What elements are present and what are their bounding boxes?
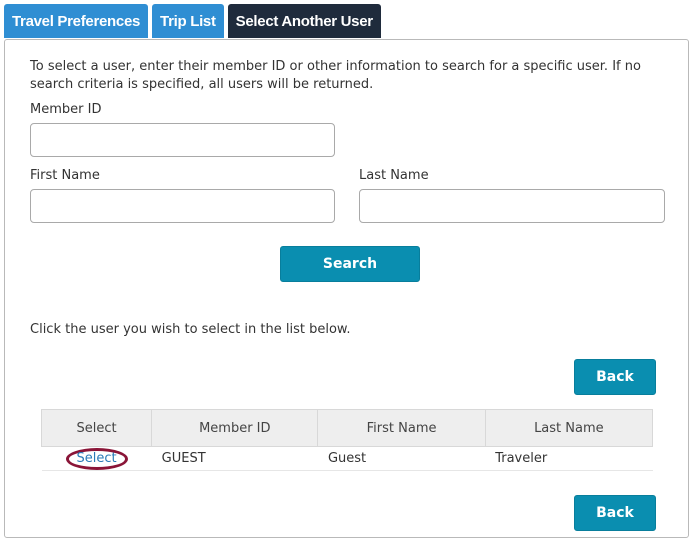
select-user-link[interactable]: Select [65,447,128,470]
tab-bar: Travel Preferences Trip List Select Anot… [4,4,381,38]
table-header-row: Select Member ID First Name Last Name [40,409,654,447]
main-panel: To select a user, enter their member ID … [4,39,689,538]
first-name-cell: Guest [317,446,486,471]
table-row: Select GUEST Guest Traveler [41,446,653,471]
column-header-member-id: Member ID [151,409,319,447]
search-button[interactable]: Search [280,246,420,282]
column-header-last-name: Last Name [484,409,654,447]
tab-trip-list[interactable]: Trip List [152,4,224,38]
first-name-field[interactable] [30,189,335,223]
select-cell: Select [41,446,152,471]
tab-travel-preferences[interactable]: Travel Preferences [4,4,149,38]
last-name-field[interactable] [359,189,665,223]
column-header-select: Select [40,409,153,447]
back-button-bottom[interactable]: Back [574,495,656,531]
instruction-text: Click the user you wish to select in the… [30,322,351,337]
member-id-label: Member ID [30,102,102,117]
back-button-top[interactable]: Back [574,359,656,395]
member-id-field[interactable] [30,123,335,157]
member-id-cell: GUEST [151,446,318,471]
tab-select-another-user[interactable]: Select Another User [227,4,381,38]
users-table: Select Member ID First Name Last Name Se… [40,409,654,471]
column-header-first-name: First Name [317,409,486,447]
intro-text: To select a user, enter their member ID … [30,59,641,92]
first-name-label: First Name [30,168,100,183]
last-name-cell: Traveler [485,446,653,471]
last-name-label: Last Name [359,168,429,183]
